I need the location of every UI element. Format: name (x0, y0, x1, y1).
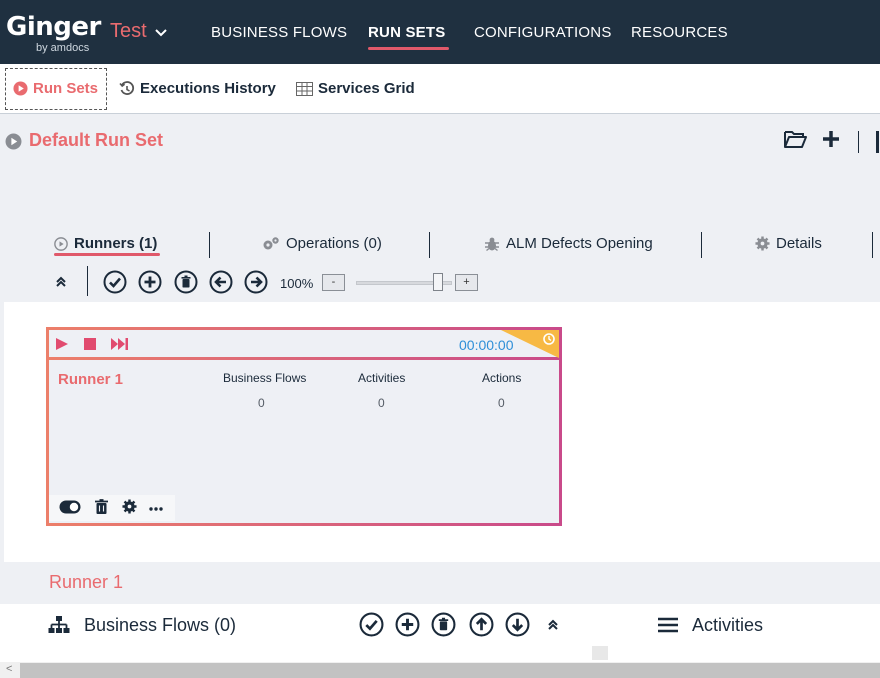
play-circle-icon (54, 236, 68, 251)
tab-active-indicator (54, 253, 160, 256)
play-circle-icon (5, 133, 22, 150)
stat-label-activities: Activities (358, 371, 406, 385)
scroll-left-arrow-icon[interactable]: < (6, 663, 12, 675)
toggle-icon[interactable] (59, 500, 81, 514)
divider (87, 266, 88, 296)
sitemap-icon (48, 616, 70, 634)
add-icon[interactable] (821, 128, 841, 150)
more-icon[interactable] (149, 507, 163, 511)
subtab-executions-history[interactable]: Executions History (119, 80, 276, 97)
chevron-down-icon[interactable] (153, 24, 169, 40)
zoom-in-button[interactable]: + (455, 274, 478, 291)
tab-details[interactable]: Details (755, 235, 822, 252)
gear-icon (755, 236, 770, 251)
divider (209, 232, 210, 258)
list-icon (658, 617, 678, 633)
stat-value-activities: 0 (378, 396, 385, 410)
add-runner-icon[interactable] (138, 270, 162, 294)
zoom-level: 100% (280, 276, 314, 291)
top-navigation-bar: Ginger by amdocs Test BUSINESS FLOWS RUN… (0, 0, 880, 64)
subtab-label: Run Sets (33, 80, 99, 97)
left-gutter (0, 302, 4, 562)
divider (701, 232, 702, 258)
subtab-services-grid[interactable]: Services Grid (296, 80, 415, 97)
history-icon (119, 80, 135, 97)
check-all-icon[interactable] (359, 612, 384, 637)
delete-icon[interactable] (431, 612, 456, 637)
trash-icon[interactable] (95, 499, 108, 514)
runner-section-header (0, 562, 880, 604)
run-icon[interactable] (55, 337, 69, 351)
subtab-label: Services Grid (318, 80, 415, 97)
tab-operations[interactable]: Operations (0) (262, 235, 382, 252)
stat-label-actions: Actions (482, 371, 522, 385)
tab-runners[interactable]: Runners (1) (54, 235, 157, 252)
subtab-label: Executions History (140, 80, 276, 97)
logo-subtitle: by amdocs (36, 42, 90, 54)
divider (876, 131, 879, 153)
stop-icon[interactable] (84, 338, 96, 350)
scrollbar-thumb[interactable] (20, 663, 880, 678)
nav-active-indicator (368, 47, 449, 50)
solution-name[interactable]: Test (110, 20, 147, 43)
move-up-icon[interactable] (469, 612, 494, 637)
zoom-out-button[interactable]: - (322, 274, 345, 291)
nav-business-flows[interactable]: BUSINESS FLOWS (211, 24, 347, 41)
ginger-logo: Ginger (6, 12, 101, 42)
runner-section-title: Runner 1 (49, 572, 124, 592)
delete-icon[interactable] (174, 270, 198, 294)
tab-label: Details (776, 235, 822, 252)
divider (858, 131, 859, 153)
arrow-right-icon[interactable] (244, 270, 268, 294)
collapse-icon[interactable] (55, 276, 67, 288)
nav-configurations[interactable]: CONFIGURATIONS (474, 24, 612, 41)
add-business-flow-icon[interactable] (395, 612, 420, 637)
play-circle-icon (13, 81, 28, 96)
bug-icon (484, 236, 500, 252)
collapse-icon[interactable] (547, 619, 559, 631)
runner-card-toolbar: 00:00:00 (49, 330, 559, 360)
runner-card[interactable]: 00:00:00 Runner 1 Business Flows 0 Activ… (46, 327, 562, 526)
grid-icon (296, 81, 313, 96)
subtab-bar: Run Sets Executions History Services Gri… (0, 64, 880, 114)
nav-run-sets[interactable]: RUN SETS (368, 24, 445, 41)
stat-value-business-flows: 0 (258, 396, 265, 410)
gears-icon (262, 236, 280, 252)
arrow-left-icon[interactable] (209, 270, 233, 294)
divider (429, 232, 430, 258)
nav-resources[interactable]: RESOURCES (631, 24, 728, 41)
check-all-icon[interactable] (103, 270, 127, 294)
move-down-icon[interactable] (505, 612, 530, 637)
resize-grip (592, 646, 608, 660)
divider (872, 232, 873, 258)
business-flows-label: Business Flows (0) (84, 615, 237, 635)
run-set-title: Default Run Set (29, 130, 164, 150)
tab-label: Operations (0) (286, 235, 382, 252)
gear-icon[interactable] (122, 499, 137, 514)
continue-icon[interactable] (111, 337, 129, 351)
tab-alm-defects-opening[interactable]: ALM Defects Opening (484, 235, 653, 252)
status-corner (501, 330, 559, 358)
stat-label-business-flows: Business Flows (223, 371, 307, 385)
runner-name: Runner 1 (58, 371, 124, 388)
zoom-slider-thumb[interactable] (433, 273, 444, 291)
tab-label: ALM Defects Opening (506, 235, 653, 252)
subtab-run-sets[interactable]: Run Sets (13, 80, 98, 97)
stat-value-actions: 0 (498, 396, 505, 410)
tab-label: Runners (1) (74, 235, 158, 252)
activities-label: Activities (692, 615, 764, 635)
open-folder-icon[interactable] (783, 128, 807, 150)
